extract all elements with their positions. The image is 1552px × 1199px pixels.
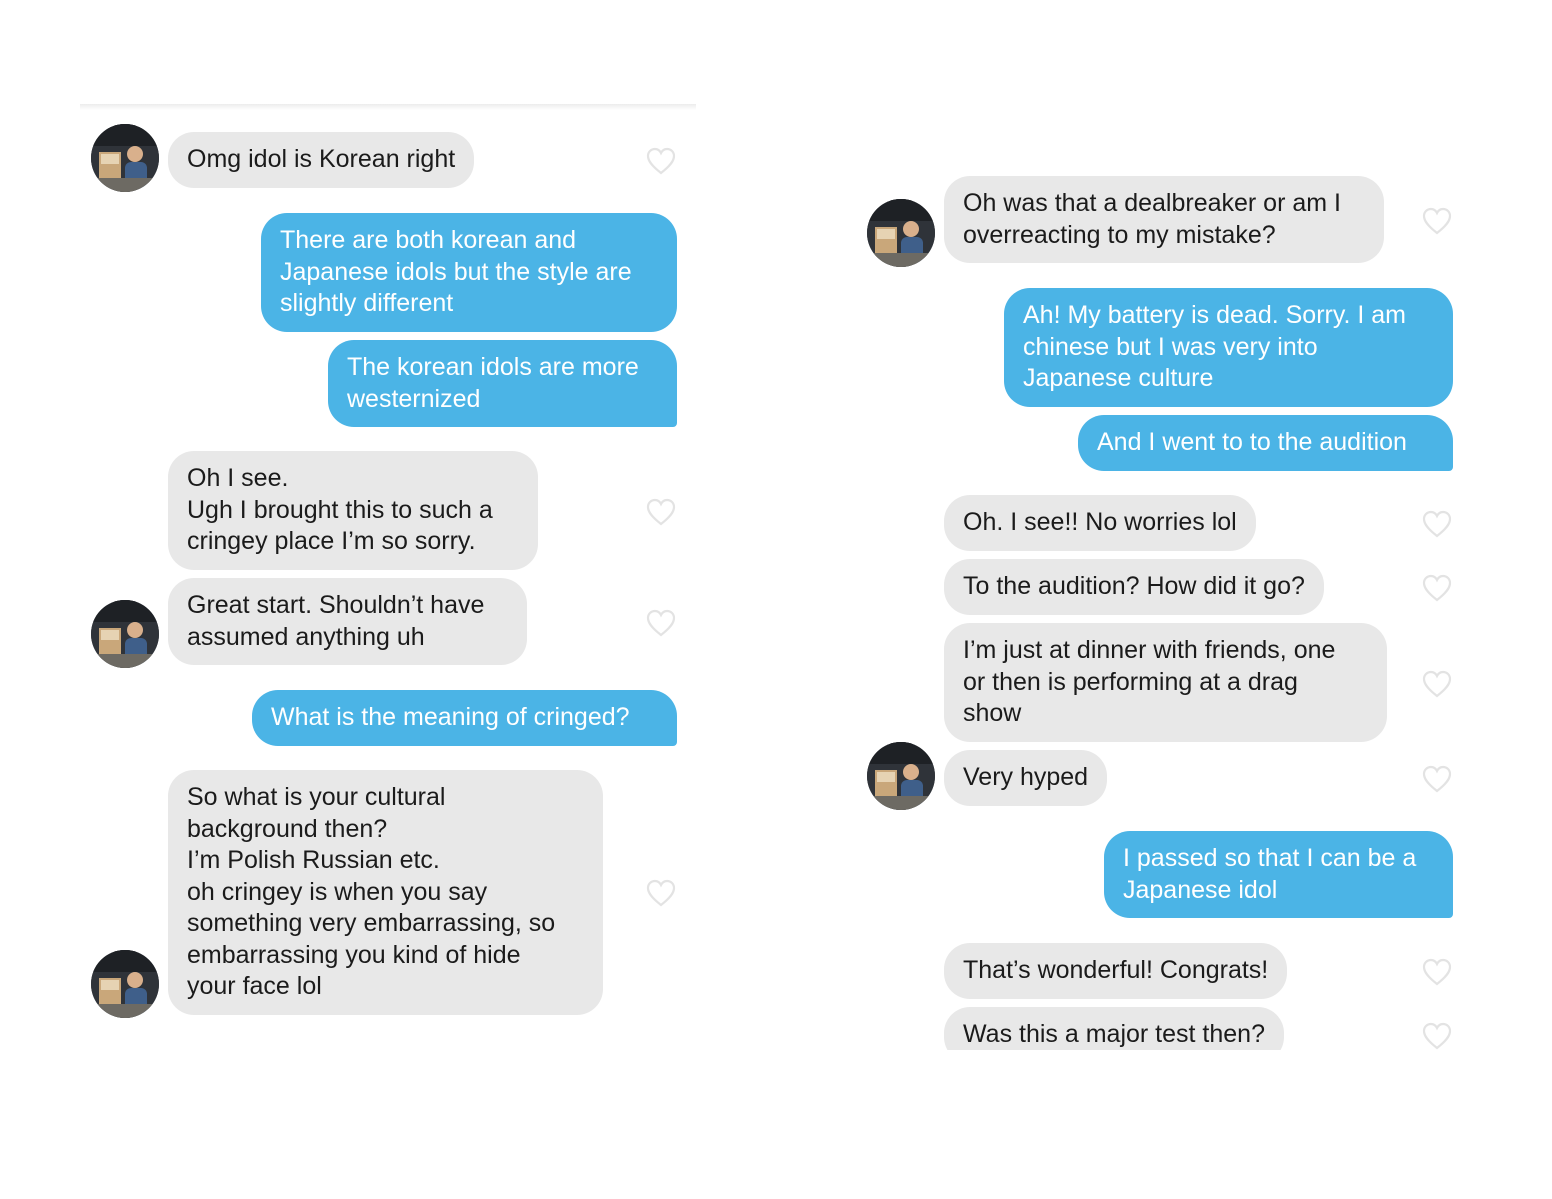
- message-bubble-outgoing[interactable]: And I went to to the audition: [1078, 415, 1453, 471]
- heart-outline-icon[interactable]: [1421, 1021, 1453, 1051]
- heart-outline-icon[interactable]: [645, 497, 677, 527]
- message-bubble-incoming[interactable]: Oh was that a dealbreaker or am I overre…: [944, 176, 1384, 263]
- heart-outline-icon[interactable]: [645, 146, 677, 176]
- message-bubble-outgoing[interactable]: I passed so that I can be a Japanese ido…: [1104, 831, 1453, 918]
- heart-outline-icon[interactable]: [1421, 957, 1453, 987]
- message-bubble-incoming[interactable]: Omg idol is Korean right: [168, 132, 475, 188]
- message-bubble-outgoing[interactable]: There are both korean and Japanese idols…: [261, 213, 677, 332]
- heart-outline-icon[interactable]: [1421, 206, 1453, 236]
- heart-outline-icon[interactable]: [1421, 669, 1453, 699]
- message-bubble-incoming[interactable]: That’s wonderful! Congrats!: [944, 943, 1288, 999]
- profile-photo-icon: [91, 600, 159, 668]
- screenshot-crop-edge: [860, 1050, 1480, 1110]
- avatar[interactable]: [91, 124, 159, 192]
- message-bubble-incoming[interactable]: To the audition? How did it go?: [944, 559, 1324, 615]
- avatar[interactable]: [91, 950, 159, 1018]
- heart-outline-icon[interactable]: [1421, 764, 1453, 794]
- profile-photo-icon: [867, 199, 935, 267]
- message-bubble-outgoing[interactable]: What is the meaning of cringed?: [252, 690, 677, 746]
- message-bubble-incoming[interactable]: I’m just at dinner with friends, one or …: [944, 623, 1387, 742]
- message-bubble-incoming[interactable]: Oh I see. Ugh I brought this to such a c…: [168, 451, 538, 570]
- avatar[interactable]: [867, 742, 935, 810]
- heart-outline-icon[interactable]: [1421, 509, 1453, 539]
- heart-outline-icon[interactable]: [1421, 573, 1453, 603]
- profile-photo-icon: [91, 124, 159, 192]
- heart-outline-icon[interactable]: [645, 608, 677, 638]
- message-bubble-outgoing[interactable]: The korean idols are more westernized: [328, 340, 677, 427]
- message-bubble-incoming[interactable]: Great start. Shouldn’t have assumed anyt…: [168, 578, 527, 665]
- avatar[interactable]: [91, 600, 159, 668]
- profile-photo-icon: [91, 950, 159, 1018]
- message-bubble-incoming[interactable]: So what is your cultural background then…: [168, 770, 603, 1015]
- header-divider: [80, 104, 696, 110]
- message-bubble-outgoing[interactable]: Ah! My battery is dead. Sorry. I am chin…: [1004, 288, 1453, 407]
- message-bubble-incoming[interactable]: Oh. I see!! No worries lol: [944, 495, 1256, 551]
- profile-photo-icon: [867, 742, 935, 810]
- avatar[interactable]: [867, 199, 935, 267]
- message-bubble-incoming[interactable]: Very hyped: [944, 750, 1108, 806]
- heart-outline-icon[interactable]: [645, 878, 677, 908]
